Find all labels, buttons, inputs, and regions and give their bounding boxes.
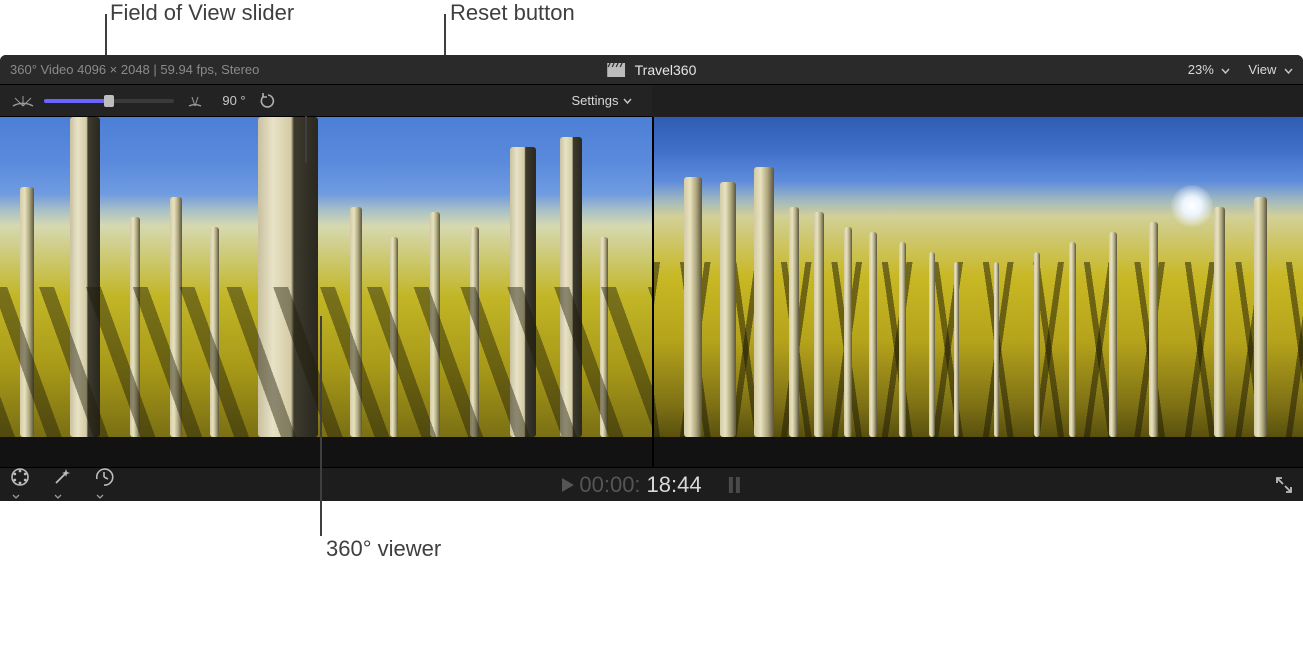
color-tools-menu[interactable] <box>10 467 30 502</box>
callout-line <box>320 316 322 536</box>
view-menu[interactable]: View <box>1248 62 1293 77</box>
fov-wide-icon <box>10 92 36 110</box>
zoom-menu[interactable]: 23% <box>1188 62 1231 77</box>
annotation-callouts-bottom: 360° viewer <box>0 501 1303 566</box>
project-name: Travel360 <box>635 62 697 78</box>
chevron-down-icon <box>96 494 104 499</box>
fov-slider[interactable] <box>44 99 174 103</box>
callout-label-fov-slider: Field of View slider <box>110 0 294 26</box>
project-title-group: Travel360 <box>607 62 697 78</box>
fullscreen-button[interactable] <box>1275 476 1293 494</box>
viewer-footer: 00:00: 18:44 <box>0 467 1303 501</box>
callout-label-360-viewer: 360° viewer <box>326 536 441 562</box>
zoom-value: 23% <box>1188 62 1214 77</box>
callout-line <box>305 116 307 163</box>
settings-label: Settings <box>572 93 619 108</box>
annotation-callouts-top: Field of View slider Reset button <box>0 0 1303 55</box>
view-menu-label: View <box>1248 62 1276 77</box>
viewer-equirectangular[interactable] <box>652 117 1303 467</box>
timecode-bright: 18:44 <box>647 472 702 498</box>
chevron-down-icon <box>1221 68 1230 74</box>
viewer-360-image <box>0 117 652 437</box>
viewer-window: 360° Video 4096 × 2048 | 59.94 fps, Ster… <box>0 55 1303 501</box>
viewer-360-toolbar: 90 ° Settings <box>0 85 652 117</box>
retime-tools-menu[interactable] <box>94 467 114 502</box>
timecode-display: 00:00: 18:44 <box>561 472 741 498</box>
viewer-equirect-image <box>654 117 1303 437</box>
settings-menu[interactable]: Settings <box>572 93 632 108</box>
callout-label-reset: Reset button <box>450 0 575 26</box>
clapperboard-icon <box>607 63 625 77</box>
enhance-tools-menu[interactable] <box>52 467 72 502</box>
fov-slider-fill <box>44 99 109 103</box>
clip-info-text: 360° Video 4096 × 2048 | 59.94 fps, Ster… <box>10 62 259 77</box>
fov-slider-thumb[interactable] <box>104 95 114 107</box>
viewer-360[interactable] <box>0 117 652 467</box>
fov-value[interactable]: 90 ° <box>216 93 252 108</box>
play-icon[interactable] <box>561 478 573 492</box>
chevron-down-icon <box>1284 68 1293 74</box>
chevron-down-icon <box>54 494 62 499</box>
callout-line <box>444 14 446 56</box>
chevron-down-icon <box>623 98 632 104</box>
reset-icon <box>260 93 276 109</box>
timecode-dim: 00:00: <box>579 472 640 498</box>
audio-meter <box>728 475 742 495</box>
titlebar: 360° Video 4096 × 2048 | 59.94 fps, Ster… <box>0 55 1303 85</box>
chevron-down-icon <box>12 494 20 499</box>
fov-narrow-icon <box>182 92 208 110</box>
viewports <box>0 117 1303 467</box>
reset-button[interactable] <box>260 93 276 109</box>
